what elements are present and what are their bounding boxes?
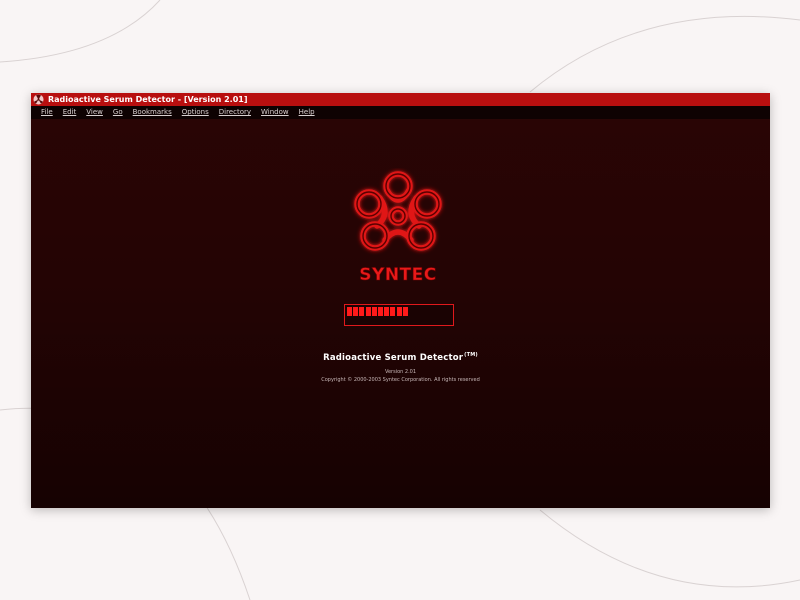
- progress-segment: [403, 307, 408, 316]
- menu-file[interactable]: File: [41, 106, 53, 119]
- progress-segment: [347, 307, 352, 316]
- loading-progress-bar: [344, 304, 454, 326]
- version-text: Version 2.01: [31, 369, 770, 375]
- syntec-knot-logo-icon: [357, 174, 439, 248]
- radiation-icon: [33, 94, 44, 105]
- window-title: Radioactive Serum Detector - [Version 2.…: [48, 93, 247, 106]
- progress-segment: [397, 307, 402, 316]
- copyright-text: Copyright © 2000-2003 Syntec Corporation…: [31, 377, 770, 383]
- progress-segment: [384, 307, 389, 316]
- menu-bookmarks[interactable]: Bookmarks: [133, 106, 172, 119]
- progress-segment: [359, 307, 364, 316]
- menu-edit[interactable]: Edit: [63, 106, 77, 119]
- title-bar[interactable]: Radioactive Serum Detector - [Version 2.…: [31, 93, 770, 106]
- product-name-text: Radioactive Serum Detector: [323, 353, 463, 363]
- progress-segment: [372, 307, 377, 316]
- menu-bar: File Edit View Go Bookmarks Options Dire…: [31, 106, 770, 119]
- progress-segment: [390, 307, 395, 316]
- syntec-logo: SYNTEC: [349, 168, 447, 286]
- menu-directory[interactable]: Directory: [219, 106, 251, 119]
- desktop: Radioactive Serum Detector - [Version 2.…: [0, 0, 800, 600]
- application-window: Radioactive Serum Detector - [Version 2.…: [31, 93, 770, 508]
- progress-track: [347, 307, 451, 316]
- progress-segment: [378, 307, 383, 316]
- menu-options[interactable]: Options: [182, 106, 209, 119]
- menu-view[interactable]: View: [86, 106, 103, 119]
- product-name: Radioactive Serum Detector(TM): [31, 352, 770, 363]
- progress-segment: [353, 307, 358, 316]
- progress-segment: [366, 307, 371, 316]
- menu-go[interactable]: Go: [113, 106, 123, 119]
- menu-window[interactable]: Window: [261, 106, 289, 119]
- menu-help[interactable]: Help: [299, 106, 315, 119]
- logo-wordmark: SYNTEC: [359, 265, 436, 285]
- trademark-mark: (TM): [464, 352, 478, 358]
